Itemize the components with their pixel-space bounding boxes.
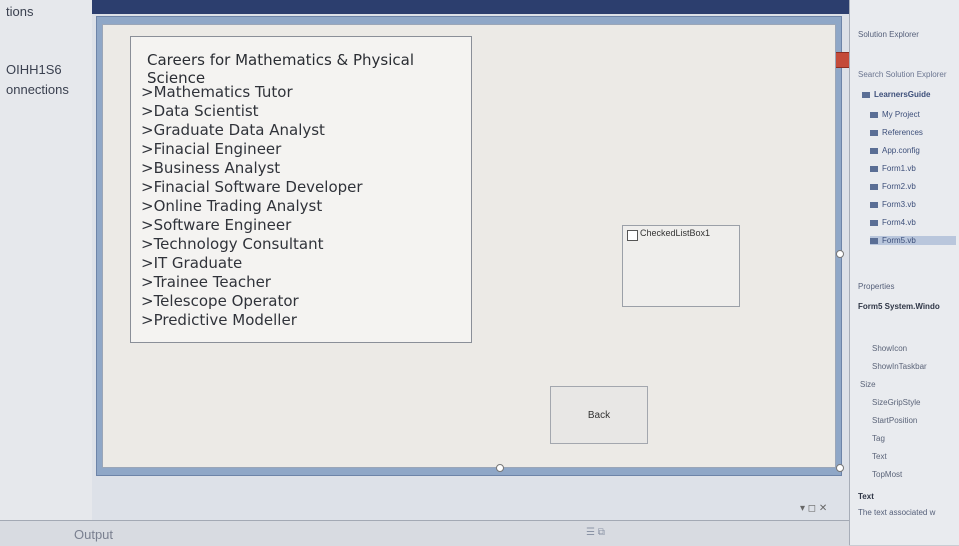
form-icon (870, 183, 878, 190)
solution-item[interactable]: References (870, 128, 923, 137)
solution-item-selected[interactable]: Form5.vb (870, 236, 956, 245)
career-item: >Graduate Data Analyst (141, 121, 325, 139)
form-icon (870, 237, 878, 244)
output-window-controls[interactable]: ▾ ◻ ✕ (800, 503, 827, 514)
career-item: >Technology Consultant (141, 235, 324, 253)
property-row[interactable]: Size (860, 380, 876, 389)
property-row[interactable]: ShowIcon (872, 344, 907, 353)
properties-object: Form5 System.Windo (858, 302, 940, 311)
career-item: >Finacial Software Developer (141, 178, 363, 196)
references-icon (870, 129, 878, 136)
left-panel-item[interactable]: tions (6, 4, 33, 19)
property-desc: The text associated w (858, 508, 936, 517)
property-row[interactable]: StartPosition (872, 416, 917, 425)
solution-item[interactable]: Form4.vb (870, 218, 916, 227)
solution-item[interactable]: Form2.vb (870, 182, 916, 191)
property-row[interactable]: Tag (872, 434, 885, 443)
right-panel: Solution Explorer Search Solution Explor… (849, 0, 959, 545)
resize-handle[interactable] (836, 464, 844, 472)
career-item: >IT Graduate (141, 254, 243, 272)
solution-explorer-title: Solution Explorer (858, 30, 919, 39)
left-panel-item[interactable]: OIHH1S6 (6, 62, 62, 77)
config-icon (870, 147, 878, 154)
form-icon (870, 201, 878, 208)
resize-handle[interactable] (836, 250, 844, 258)
back-button[interactable]: Back (550, 386, 648, 444)
left-panel-item[interactable]: onnections (6, 82, 69, 97)
form-icon (870, 165, 878, 172)
property-desc-title: Text (858, 492, 874, 501)
career-item: >Mathematics Tutor (141, 83, 293, 101)
careers-list: >Mathematics Tutor >Data Scientist >Grad… (141, 83, 363, 330)
properties-title: Properties (858, 282, 895, 291)
career-item: >Predictive Modeller (141, 311, 297, 329)
property-row[interactable]: ShowInTaskbar (872, 362, 927, 371)
careers-listbox[interactable]: Careers for Mathematics & Physical Scien… (130, 36, 472, 343)
wrench-icon (870, 111, 878, 118)
output-bar: Output ▾ ◻ ✕ ☰ ⧉ (0, 503, 849, 546)
career-item: >Telescope Operator (141, 292, 299, 310)
property-row[interactable]: Text (872, 452, 887, 461)
career-item: >Business Analyst (141, 159, 281, 177)
project-node[interactable]: LearnersGuide (862, 90, 930, 99)
checked-list-box[interactable]: CheckedListBox1 (622, 225, 740, 307)
career-item: >Finacial Engineer (141, 140, 282, 158)
solution-item[interactable]: Form1.vb (870, 164, 916, 173)
career-item: >Data Scientist (141, 102, 259, 120)
solution-search-input[interactable]: Search Solution Explorer (858, 70, 947, 79)
career-item: >Online Trading Analyst (141, 197, 323, 215)
checked-list-box-label: CheckedListBox1 (640, 228, 711, 238)
left-panel: tions OIHH1S6 onnections (0, 0, 93, 520)
ide-top-bar (92, 0, 849, 14)
output-tab[interactable]: Output (74, 527, 113, 542)
solution-item[interactable]: Form3.vb (870, 200, 916, 209)
solution-item[interactable]: App.config (870, 146, 920, 155)
career-item: >Trainee Teacher (141, 273, 271, 291)
form-icon (870, 219, 878, 226)
career-item: >Software Engineer (141, 216, 292, 234)
careers-title: Careers for Mathematics & Physical Scien… (147, 51, 415, 87)
property-row[interactable]: SizeGripStyle (872, 398, 920, 407)
resize-handle[interactable] (496, 464, 504, 472)
property-row[interactable]: TopMost (872, 470, 902, 479)
solution-item[interactable]: My Project (870, 110, 920, 119)
status-icons: ☰ ⧉ (586, 527, 605, 538)
checkbox[interactable] (627, 230, 638, 241)
project-icon (862, 91, 870, 98)
